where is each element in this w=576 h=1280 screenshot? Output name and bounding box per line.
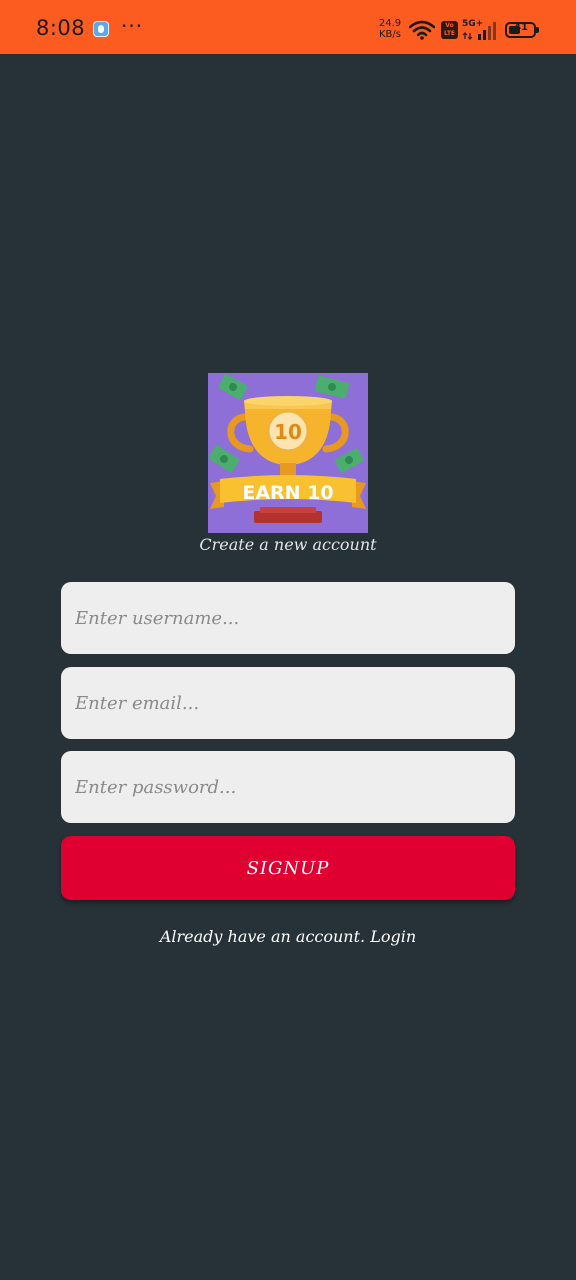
network-speed-unit: KB/s: [379, 29, 401, 40]
page-subtitle: Create a new account: [199, 535, 377, 554]
app-notification-icon: [93, 21, 109, 37]
more-notifications-icon: ···: [121, 14, 144, 38]
status-bar: 8:08 ··· 24.9 KB/s Vo LTE 5G+ 41: [0, 0, 576, 54]
cellular-signal-icon: 5G+: [462, 19, 498, 41]
earn10-logo: 10 EARN 10: [208, 373, 368, 533]
volte-icon: Vo LTE: [441, 21, 458, 39]
username-input[interactable]: [61, 582, 515, 654]
network-speed-value: 24.9: [378, 18, 402, 29]
money-bill-icon: [334, 448, 364, 473]
banner-text: EARN 10: [242, 482, 333, 504]
money-bill-icon: [208, 445, 240, 473]
signup-button[interactable]: SIGNUP: [61, 836, 515, 900]
money-bill-icon: [314, 375, 350, 399]
login-link[interactable]: Already have an account. Login: [0, 927, 576, 946]
battery-level: 41: [514, 22, 528, 33]
email-input[interactable]: [61, 667, 515, 739]
password-input[interactable]: [61, 751, 515, 823]
battery-icon: 41: [505, 22, 541, 38]
status-time: 8:08: [36, 16, 86, 40]
money-bill-icon: [218, 374, 248, 400]
network-speed: 24.9 KB/s: [375, 18, 405, 40]
battery-tip: [536, 27, 539, 33]
badge-number: 10: [274, 420, 302, 444]
wifi-icon: [409, 20, 435, 40]
